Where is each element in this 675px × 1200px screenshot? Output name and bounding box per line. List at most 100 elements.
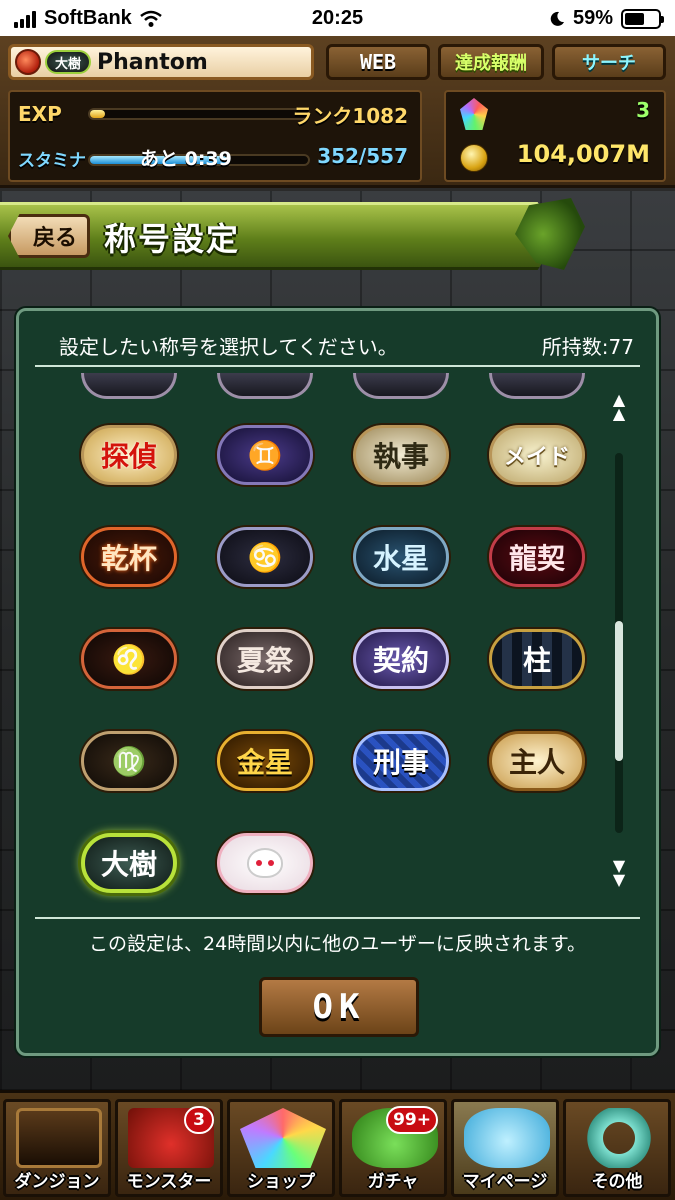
scroll-up-icon[interactable]: ▲ ▲ bbox=[611, 392, 627, 423]
status-right: 59% bbox=[549, 7, 664, 30]
page-title: 称号設定 bbox=[104, 220, 241, 258]
nav-label: ショップ bbox=[247, 1172, 315, 1192]
player-stats: EXP ランク1082 スタミナ あと 0:39 352/557 bbox=[8, 90, 422, 182]
nav-item-dungeon[interactable]: ダンジョン bbox=[3, 1099, 111, 1197]
title-chip-label: 契約 bbox=[372, 644, 429, 677]
currency-panel[interactable]: 3 104,007M bbox=[444, 90, 666, 182]
title-chip-label: 探偵 bbox=[100, 440, 157, 473]
title-chip-label: 執事 bbox=[372, 440, 429, 473]
title-chip-label: 柱 bbox=[522, 644, 551, 677]
rank-text: ランク1082 bbox=[292, 104, 408, 128]
title-chip-label: 水星 bbox=[372, 542, 429, 575]
nav-label: マイページ bbox=[462, 1172, 548, 1192]
title-chip[interactable]: 契約 bbox=[353, 629, 449, 689]
title-chip[interactable]: 龍契 bbox=[489, 527, 585, 587]
search-button[interactable]: サーチ bbox=[552, 44, 666, 80]
nav-item-shop[interactable]: ショップ bbox=[227, 1099, 335, 1197]
shop-icon bbox=[240, 1108, 326, 1168]
dialog-header: 設定したい称号を選択してください。 所持数:77 bbox=[35, 323, 640, 367]
exp-bar bbox=[88, 108, 310, 120]
title-chip[interactable]: 乾杯 bbox=[81, 527, 177, 587]
title-chip[interactable]: ♍ bbox=[81, 731, 177, 791]
title-chip-label: 龍契 bbox=[508, 542, 565, 575]
title-chip[interactable]: 探偵 bbox=[81, 425, 177, 485]
dungeon-icon bbox=[16, 1108, 102, 1168]
title-chip[interactable]: ♋ bbox=[217, 527, 313, 587]
nav-label: その他 bbox=[591, 1172, 643, 1192]
title-chip-label: ♊ bbox=[247, 438, 283, 472]
partial-title-chip[interactable] bbox=[353, 373, 449, 399]
title-chip[interactable]: 主人 bbox=[489, 731, 585, 791]
kyubey-icon bbox=[247, 848, 283, 878]
title-chip-label: ♋ bbox=[247, 540, 283, 574]
title-chip-label: 乾杯 bbox=[100, 542, 157, 575]
web-button[interactable]: WEB bbox=[326, 44, 430, 80]
title-chip-label: 刑事 bbox=[372, 746, 429, 779]
title-chip-label: ♍ bbox=[111, 744, 147, 778]
other-icon bbox=[576, 1108, 662, 1168]
notification-badge: 99+ bbox=[386, 1106, 438, 1134]
owned-count: 所持数:77 bbox=[541, 335, 634, 359]
back-button[interactable]: 戻る bbox=[8, 214, 90, 258]
mypage-icon bbox=[464, 1108, 550, 1168]
dialog-note: この設定は、24時間以内に他のユーザーに反映されます。 bbox=[89, 933, 586, 955]
magic-stone-icon bbox=[460, 98, 488, 130]
title-grid[interactable]: 探偵 ♊ 執事 メイド乾杯 ♋ 水星 龍契 ♌ 夏祭 契約 柱 ♍ 金星 刑事 主人大樹 bbox=[71, 373, 611, 903]
player-name-plate[interactable]: 大樹 Phantom bbox=[8, 44, 314, 80]
partial-title-chip[interactable] bbox=[217, 373, 313, 399]
divider bbox=[35, 917, 640, 919]
moon-icon bbox=[550, 11, 564, 26]
title-chip[interactable]: 金星 bbox=[217, 731, 313, 791]
nav-label: モンスター bbox=[126, 1172, 212, 1192]
bottom-navigation: ダンジョン 3 モンスター ショップ 99+ ガチャ マイページ その他 bbox=[0, 1090, 675, 1200]
ok-button[interactable]: OK bbox=[259, 977, 419, 1037]
scroll-down-icon[interactable]: ▼ ▼ bbox=[611, 858, 627, 889]
title-chip[interactable]: 刑事 bbox=[353, 731, 449, 791]
dialog-instruction: 設定したい称号を選択してください。 bbox=[59, 335, 398, 359]
title-chip[interactable] bbox=[217, 833, 313, 893]
scrollbar-thumb[interactable] bbox=[615, 621, 623, 761]
achievement-reward-button[interactable]: 達成報酬 bbox=[438, 44, 544, 80]
exp-row: EXP ランク1082 bbox=[18, 96, 412, 132]
stamina-label: スタミナ bbox=[18, 150, 86, 171]
exp-label: EXP bbox=[18, 102, 62, 126]
title-select-dialog: 設定したい称号を選択してください。 所持数:77 探偵 ♊ 執事 メイド乾杯 ♋ 水星 龍契… bbox=[16, 308, 659, 1056]
stamina-timer: あと 0:39 bbox=[140, 148, 232, 170]
rank-badge-icon bbox=[15, 49, 41, 75]
nav-item-mypage[interactable]: マイページ bbox=[451, 1099, 559, 1197]
title-chip-label: 夏祭 bbox=[236, 644, 293, 677]
title-chip[interactable]: 柱 bbox=[489, 629, 585, 689]
status-bar: SoftBank 20:25 59% bbox=[0, 0, 675, 36]
title-chip-label: メイド bbox=[503, 444, 570, 470]
coin-count: 104,007M bbox=[516, 140, 650, 168]
title-chip[interactable]: ♊ bbox=[217, 425, 313, 485]
nav-item-gacha[interactable]: 99+ ガチャ bbox=[339, 1099, 447, 1197]
nav-label: ガチャ bbox=[367, 1172, 419, 1192]
battery-percent: 59% bbox=[572, 7, 613, 29]
stamina-value: 352/557 bbox=[317, 144, 408, 168]
title-chip-label: ♌ bbox=[111, 642, 147, 676]
title-chip[interactable]: ♌ bbox=[81, 629, 177, 689]
player-header: 大樹 Phantom WEB 達成報酬 サーチ EXP ランク1082 スタミナ… bbox=[0, 36, 675, 188]
title-chip[interactable]: メイド bbox=[489, 425, 585, 485]
battery-fill bbox=[625, 12, 644, 25]
player-title-badge: 大樹 bbox=[45, 50, 91, 74]
partial-title-chip[interactable] bbox=[81, 373, 177, 399]
notification-badge: 3 bbox=[184, 1106, 214, 1134]
title-chip[interactable]: 水星 bbox=[353, 527, 449, 587]
title-chip[interactable]: 執事 bbox=[353, 425, 449, 485]
nav-item-other[interactable]: その他 bbox=[563, 1099, 671, 1197]
title-chip-label: 大樹 bbox=[100, 848, 157, 881]
nav-item-monster[interactable]: 3 モンスター bbox=[115, 1099, 223, 1197]
nav-label: ダンジョン bbox=[14, 1172, 100, 1192]
title-chip[interactable]: 夏祭 bbox=[217, 629, 313, 689]
battery-icon bbox=[621, 8, 664, 29]
title-chip-selected[interactable]: 大樹 bbox=[81, 833, 177, 893]
exp-bar-fill bbox=[90, 110, 106, 118]
scrollbar[interactable] bbox=[615, 453, 623, 833]
partial-title-chip[interactable] bbox=[489, 373, 585, 399]
player-name: Phantom bbox=[97, 49, 208, 75]
title-chip-label: 主人 bbox=[508, 746, 565, 779]
title-chip-label: 金星 bbox=[236, 746, 293, 779]
magic-stone-count: 3 bbox=[636, 98, 650, 122]
